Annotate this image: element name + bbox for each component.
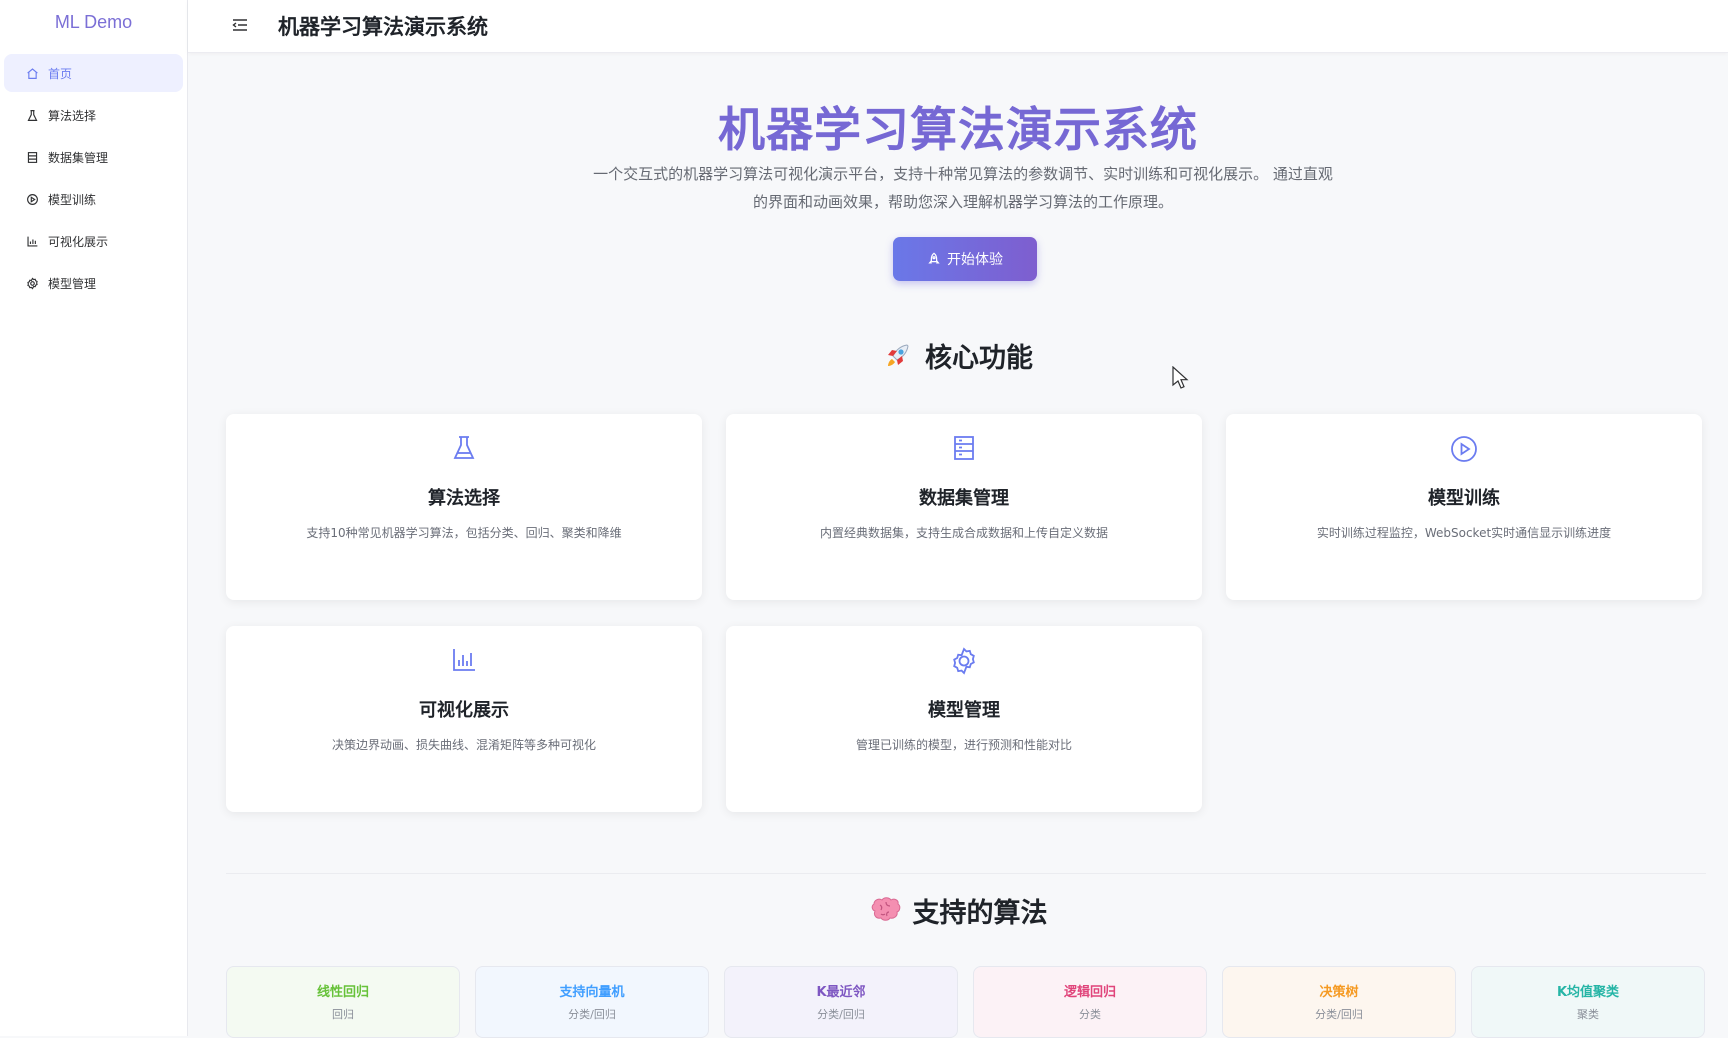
card-title: 模型训练	[1428, 488, 1500, 509]
card-description: 决策边界动画、损失曲线、混淆矩阵等多种可视化	[331, 738, 596, 752]
algorithm-type: 分类/回归	[1315, 1008, 1363, 1021]
feature-card-algorithms[interactable]: 算法选择 支持10种常见机器学习算法，包括分类、回归、聚类和降维	[226, 414, 702, 600]
sidebar-menu: 首页 算法选择 数据集管理 模型训练 可视化展示 模型管理	[0, 54, 187, 302]
feature-card-visualization[interactable]: 可视化展示 决策边界动画、损失曲线、混淆矩阵等多种可视化	[226, 626, 702, 812]
algorithm-card-svm[interactable]: 支持向量机 分类/回归	[475, 966, 709, 1038]
card-title: 可视化展示	[419, 700, 509, 721]
feature-card-datasets[interactable]: 数据集管理 内置经典数据集，支持生成合成数据和上传自定义数据	[726, 414, 1202, 600]
algorithm-type: 分类/回归	[817, 1008, 865, 1021]
algorithm-type: 分类/回归	[568, 1008, 616, 1021]
sidebar-item-label: 算法选择	[48, 108, 97, 123]
brain-emoji-icon	[869, 896, 901, 925]
sidebar-item-label: 首页	[48, 66, 73, 81]
algorithm-type: 回归	[332, 1008, 354, 1021]
algorithm-name: K最近邻	[816, 985, 866, 1000]
sidebar-item-home[interactable]: 首页	[4, 54, 183, 92]
menu-toggle-button[interactable]	[228, 14, 252, 38]
feature-card-models[interactable]: 模型管理 管理已训练的模型，进行预测和性能对比	[726, 626, 1202, 812]
menu-fold-icon	[232, 17, 248, 36]
algorithms-heading: 支持的算法	[188, 891, 1728, 930]
sidebar-item-label: 模型管理	[48, 276, 97, 291]
sidebar-item-algorithms[interactable]: 算法选择	[4, 96, 183, 134]
play-circle-icon	[1226, 434, 1702, 464]
card-description: 支持10种常见机器学习算法，包括分类、回归、聚类和降维	[306, 526, 622, 540]
hero-title: 机器学习算法演示系统	[718, 103, 1198, 158]
sidebar: ML Demo 首页 算法选择 数据集管理 模型训练 可视化展示 模型管理	[0, 0, 188, 1036]
gear-icon	[726, 646, 1202, 676]
card-title: 数据集管理	[919, 488, 1009, 509]
section-divider	[226, 873, 1706, 874]
algorithms-title: 支持的算法	[912, 898, 1048, 929]
algorithm-name: 线性回归	[316, 985, 369, 1000]
header-title: 机器学习算法演示系统	[278, 15, 488, 39]
sidebar-item-training[interactable]: 模型训练	[4, 180, 183, 218]
sidebar-item-visualization[interactable]: 可视化展示	[4, 222, 183, 260]
algorithm-type: 分类	[1079, 1008, 1101, 1021]
algorithm-card-knn[interactable]: K最近邻 分类/回归	[724, 966, 958, 1038]
flask-icon	[226, 434, 702, 462]
mouse-cursor-icon	[1172, 365, 1190, 394]
algorithm-name: K均值聚类	[1556, 985, 1620, 1000]
card-description: 管理已训练的模型，进行预测和性能对比	[855, 738, 1072, 752]
main-content: 机器学习算法演示系统 一个交互式的机器学习算法可视化演示平台，支持十种常见算法的…	[188, 53, 1728, 1038]
features-heading: 核心功能	[188, 336, 1728, 375]
algorithm-card-kmeans[interactable]: K均值聚类 聚类	[1471, 966, 1705, 1038]
algorithm-card-decision-tree[interactable]: 决策树 分类/回归	[1222, 966, 1456, 1038]
rocket-icon	[927, 252, 941, 266]
chart-icon	[24, 233, 40, 249]
hero-description: 一个交互式的机器学习算法可视化演示平台，支持十种常见算法的参数调节、实时训练和可…	[593, 165, 1333, 211]
algorithm-name: 支持向量机	[559, 985, 625, 1000]
card-description: 内置经典数据集，支持生成合成数据和上传自定义数据	[819, 526, 1108, 540]
algorithm-card-logistic-regression[interactable]: 逻辑回归 分类	[973, 966, 1207, 1038]
gear-icon	[24, 275, 40, 291]
features-title: 核心功能	[925, 343, 1033, 374]
card-title: 算法选择	[428, 488, 500, 509]
algorithm-card-linear-regression[interactable]: 线性回归 回归	[226, 966, 460, 1038]
play-circle-icon	[24, 191, 40, 207]
database-icon	[24, 149, 40, 165]
feature-card-training[interactable]: 模型训练 实时训练过程监控，WebSocket实时通信显示训练进度	[1226, 414, 1702, 600]
chart-icon	[226, 646, 702, 674]
algorithm-name: 决策树	[1319, 985, 1359, 1000]
top-header: 机器学习算法演示系统	[188, 0, 1728, 53]
card-description: 实时训练过程监控，WebSocket实时通信显示训练进度	[1316, 526, 1612, 540]
sidebar-item-label: 数据集管理	[48, 150, 109, 165]
sidebar-item-datasets[interactable]: 数据集管理	[4, 138, 183, 176]
sidebar-item-label: 模型训练	[48, 192, 97, 207]
flask-icon	[24, 107, 40, 123]
database-icon	[726, 434, 1202, 462]
card-title: 模型管理	[928, 700, 1000, 721]
algorithm-type: 聚类	[1577, 1008, 1599, 1021]
app-logo[interactable]: ML Demo	[0, 0, 187, 44]
sidebar-item-models[interactable]: 模型管理	[4, 264, 183, 302]
algorithm-name: 逻辑回归	[1063, 985, 1116, 1000]
home-icon	[24, 65, 40, 81]
start-button-label: 开始体验	[947, 252, 1003, 268]
start-button[interactable]: 开始体验	[893, 237, 1037, 281]
rocket-emoji-icon	[883, 341, 913, 371]
sidebar-item-label: 可视化展示	[48, 234, 109, 249]
